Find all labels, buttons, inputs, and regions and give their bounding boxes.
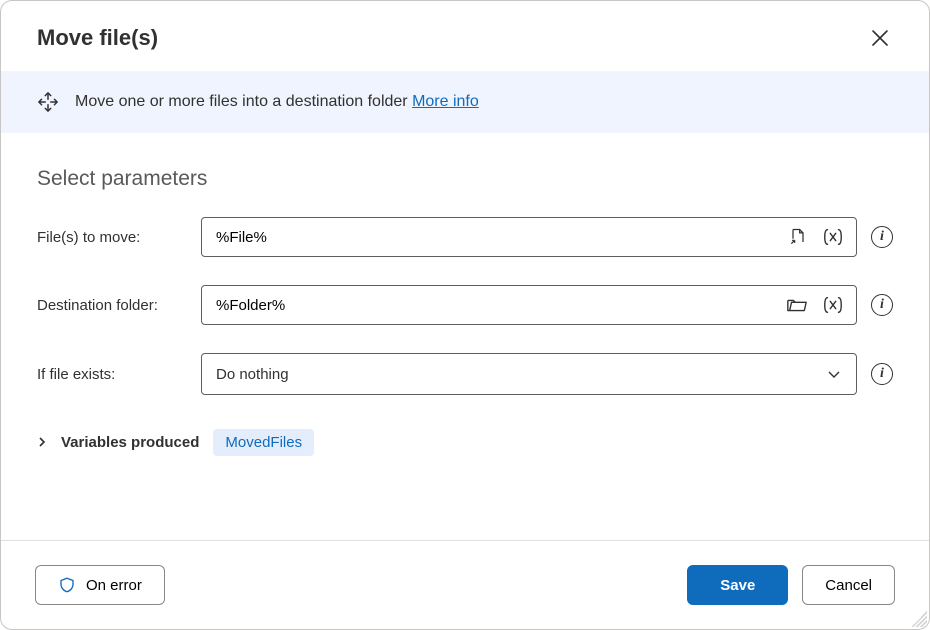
file-icon [788,227,808,247]
move-files-dialog: Move file(s) Move one or more files into… [0,0,930,630]
move-arrows-icon [37,91,59,113]
close-button[interactable] [865,23,895,53]
if-file-exists-value: Do nothing [216,366,289,383]
dialog-body: Select parameters File(s) to move: i [1,133,929,540]
variable-icon [822,227,844,247]
files-to-move-row: File(s) to move: i [37,217,893,257]
variable-tag[interactable]: MovedFiles [213,429,314,456]
insert-variable-button[interactable] [820,225,846,249]
help-icon[interactable]: i [871,226,893,248]
on-error-button[interactable]: On error [35,565,165,605]
more-info-link[interactable]: More info [412,93,479,110]
dialog-header: Move file(s) [1,1,929,71]
shield-icon [58,576,76,594]
variable-icon [822,295,844,315]
if-file-exists-row: If file exists: Do nothing i [37,353,893,395]
variables-produced-label: Variables produced [61,434,199,451]
variables-produced-row[interactable]: Variables produced MovedFiles [37,423,893,456]
browse-folder-button[interactable] [784,293,810,317]
section-heading: Select parameters [37,167,893,191]
close-icon [871,29,889,47]
help-icon[interactable]: i [871,363,893,385]
save-button[interactable]: Save [687,565,788,605]
cancel-button[interactable]: Cancel [802,565,895,605]
dialog-footer: On error Save Cancel [1,540,929,629]
folder-icon [786,295,808,315]
destination-folder-label: Destination folder: [37,297,201,314]
chevron-down-icon [826,366,842,382]
if-file-exists-select[interactable]: Do nothing [201,353,857,395]
info-description: Move one or more files into a destinatio… [75,93,479,111]
browse-file-button[interactable] [786,225,810,249]
insert-variable-button[interactable] [820,293,846,317]
destination-folder-field[interactable] [201,285,857,325]
resize-grip[interactable] [911,611,927,627]
if-file-exists-label: If file exists: [37,366,201,383]
destination-folder-input[interactable] [216,297,784,314]
destination-folder-row: Destination folder: i [37,285,893,325]
info-band: Move one or more files into a destinatio… [1,71,929,133]
files-to-move-input[interactable] [216,229,786,246]
help-icon[interactable]: i [871,294,893,316]
files-to-move-label: File(s) to move: [37,229,201,246]
dialog-title: Move file(s) [37,25,158,51]
chevron-right-icon [37,436,47,448]
files-to-move-field[interactable] [201,217,857,257]
